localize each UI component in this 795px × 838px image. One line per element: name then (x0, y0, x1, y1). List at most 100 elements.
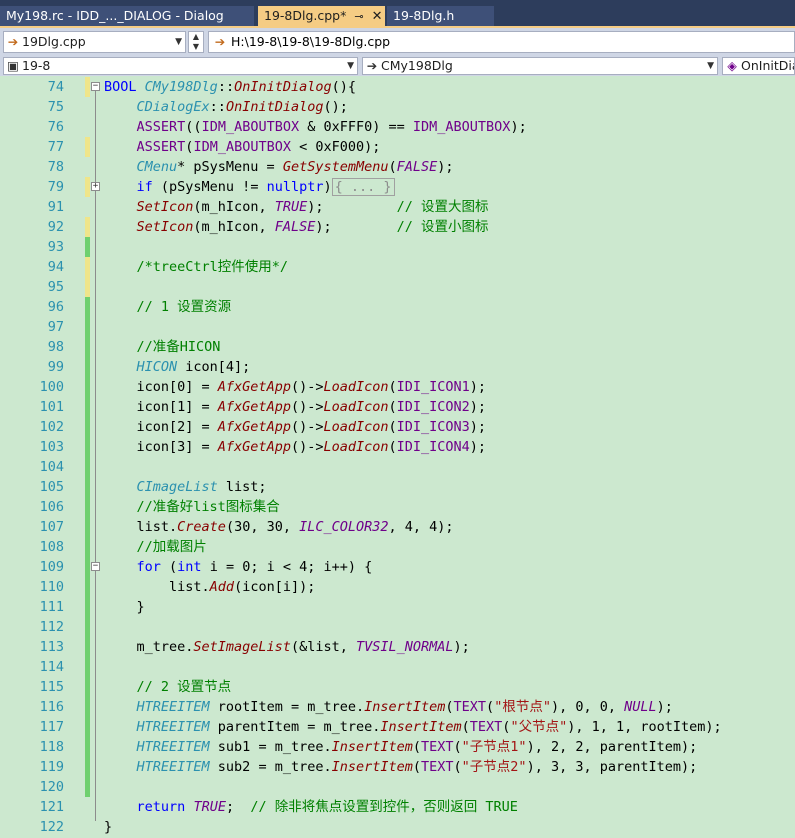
line-number: 118 (39, 739, 64, 755)
code-line[interactable]: 97 (0, 317, 795, 337)
code-text: list.Create(30, 30, ILC_COLOR32, 4, 4); (104, 519, 454, 535)
line-number: 74 (47, 79, 64, 95)
code-line[interactable]: 102 icon[2] = AfxGetApp()->LoadIcon(IDI_… (0, 417, 795, 437)
collapse-icon[interactable]: − (91, 82, 100, 91)
file-combo-value: 19Dlg.cpp (22, 34, 86, 49)
code-line[interactable]: 113 m_tree.SetImageList(&list, TVSIL_NOR… (0, 637, 795, 657)
project-combo-value: 19-8 (22, 58, 51, 73)
change-marker (85, 597, 90, 617)
code-line[interactable]: 110 list.Add(icon[i]); (0, 577, 795, 597)
pin-icon[interactable]: ⊸ (354, 10, 363, 23)
code-line[interactable]: 92 SetIcon(m_hIcon, FALSE); // 设置小图标 (0, 217, 795, 237)
code-line[interactable]: 99 HICON icon[4]; (0, 357, 795, 377)
code-line[interactable]: 103 icon[3] = AfxGetApp()->LoadIcon(IDI_… (0, 437, 795, 457)
code-editor[interactable]: 74− BOOL CMy198Dlg::OnInitDialog(){75 CDi… (0, 76, 795, 838)
change-marker (85, 637, 90, 657)
code-line[interactable]: 119 HTREEITEM sub2 = m_tree.InsertItem(T… (0, 757, 795, 777)
file-combo[interactable]: ➔ 19Dlg.cpp ▼ (3, 31, 186, 53)
class-combo-value: CMy198Dlg (381, 58, 453, 73)
code-line[interactable]: 79 + if (pSysMenu != nullptr){ ... } (0, 177, 795, 197)
line-number: 120 (39, 779, 64, 795)
file-path-box[interactable]: ➔ H:\19-8\19-8\19-8Dlg.cpp (208, 31, 795, 53)
change-marker (85, 617, 90, 637)
chevron-down-icon[interactable]: ▼ (707, 58, 714, 74)
project-icon: ▣ (7, 58, 19, 73)
code-text: HTREEITEM sub2 = m_tree.InsertItem(TEXT(… (136, 759, 698, 775)
change-marker (85, 277, 90, 297)
code-line[interactable]: 111 } (0, 597, 795, 617)
code-line[interactable]: 101 icon[1] = AfxGetApp()->LoadIcon(IDI_… (0, 397, 795, 417)
code-line[interactable]: 91 SetIcon(m_hIcon, TRUE); // 设置大图标 (0, 197, 795, 217)
code-line[interactable]: 112 (0, 617, 795, 637)
code-line[interactable]: 94 /*treeCtrl控件使用*/ (0, 257, 795, 277)
code-line[interactable]: 96 // 1 设置资源 (0, 297, 795, 317)
line-number: 113 (39, 639, 64, 655)
code-text: CMenu* pSysMenu = GetSystemMenu(FALSE); (136, 159, 454, 175)
code-line[interactable]: 100 icon[0] = AfxGetApp()->LoadIcon(IDI_… (0, 377, 795, 397)
code-line[interactable]: 114 (0, 657, 795, 677)
code-line[interactable]: 76 ASSERT((IDM_ABOUTBOX & 0xFFF0) == IDM… (0, 117, 795, 137)
collapse-icon[interactable]: − (91, 562, 100, 571)
code-line[interactable]: 116 HTREEITEM rootItem = m_tree.InsertIt… (0, 697, 795, 717)
scroll-spinner[interactable]: ▲ ▼ (188, 31, 204, 53)
change-marker (85, 717, 90, 737)
line-number: 117 (39, 719, 64, 735)
line-number: 97 (47, 319, 64, 335)
code-line[interactable]: 93 (0, 237, 795, 257)
close-icon[interactable]: ✕ (372, 9, 383, 24)
change-marker (85, 77, 90, 97)
code-line[interactable]: 104 (0, 457, 795, 477)
code-line[interactable]: 121 return TRUE; // 除非将焦点设置到控件，否则返回 TRUE (0, 797, 795, 817)
change-marker (85, 537, 90, 557)
code-line[interactable]: 95 (0, 277, 795, 297)
class-combo[interactable]: ➔ CMy198Dlg ▼ (362, 57, 718, 75)
change-marker (85, 737, 90, 757)
change-marker (85, 237, 90, 257)
line-number: 100 (39, 379, 64, 395)
code-line[interactable]: 117 HTREEITEM parentItem = m_tree.Insert… (0, 717, 795, 737)
line-number: 94 (47, 259, 64, 275)
member-combo-value: OnInitDia (741, 58, 795, 73)
code-line[interactable]: 75 CDialogEx::OnInitDialog(); (0, 97, 795, 117)
line-number: 103 (39, 439, 64, 455)
code-line[interactable]: 115 // 2 设置节点 (0, 677, 795, 697)
tab-19-8dlg-cpp[interactable]: 19-8Dlg.cpp* ⊸ ✕ (258, 6, 385, 28)
code-line[interactable]: 78 CMenu* pSysMenu = GetSystemMenu(FALSE… (0, 157, 795, 177)
code-text: HICON icon[4]; (136, 359, 251, 375)
line-number: 121 (39, 799, 64, 815)
code-line[interactable]: 105 CImageList list; (0, 477, 795, 497)
change-marker (85, 777, 90, 797)
code-line[interactable]: 77 ASSERT(IDM_ABOUTBOX < 0xF000); (0, 137, 795, 157)
change-marker (85, 577, 90, 597)
change-marker (85, 297, 90, 317)
line-number: 106 (39, 499, 64, 515)
code-line[interactable]: 118 HTREEITEM sub1 = m_tree.InsertItem(T… (0, 737, 795, 757)
code-line[interactable]: 109 − for (int i = 0; i < 4; i++) { (0, 557, 795, 577)
line-number: 122 (39, 819, 64, 835)
tab-19-8dlg-h[interactable]: 19-8Dlg.h (387, 6, 494, 26)
line-number: 77 (47, 139, 64, 155)
code-line[interactable]: 122} (0, 817, 795, 837)
tab-my198-rc[interactable]: My198.rc - IDD_..._DIALOG - Dialog (0, 6, 254, 26)
code-line[interactable]: 108 //加载图片 (0, 537, 795, 557)
code-text: HTREEITEM sub1 = m_tree.InsertItem(TEXT(… (136, 739, 698, 755)
code-text: //准备好list图标集合 (136, 499, 280, 515)
code-line[interactable]: 106 //准备好list图标集合 (0, 497, 795, 517)
chevron-down-icon[interactable]: ▼ (347, 58, 354, 74)
code-line[interactable]: 107 list.Create(30, 30, ILC_COLOR32, 4, … (0, 517, 795, 537)
chevron-down-icon[interactable]: ▼ (175, 32, 182, 52)
line-number: 105 (39, 479, 64, 495)
change-marker (85, 317, 90, 337)
code-text: icon[2] = AfxGetApp()->LoadIcon(IDI_ICON… (104, 419, 487, 435)
change-marker (85, 337, 90, 357)
code-line[interactable]: 74 − BOOL CMy198Dlg::OnInitDialog(){ (0, 77, 795, 97)
line-number: 75 (47, 99, 64, 115)
member-combo[interactable]: ◈ OnInitDia (722, 57, 795, 75)
expand-icon[interactable]: + (91, 182, 100, 191)
code-line[interactable]: 120 (0, 777, 795, 797)
file-path: H:\19-8\19-8\19-8Dlg.cpp (231, 34, 391, 49)
change-marker (85, 417, 90, 437)
code-text: ASSERT(IDM_ABOUTBOX < 0xF000); (136, 139, 381, 155)
project-combo[interactable]: ▣ 19-8 ▼ (3, 57, 358, 75)
code-line[interactable]: 98 //准备HICON (0, 337, 795, 357)
